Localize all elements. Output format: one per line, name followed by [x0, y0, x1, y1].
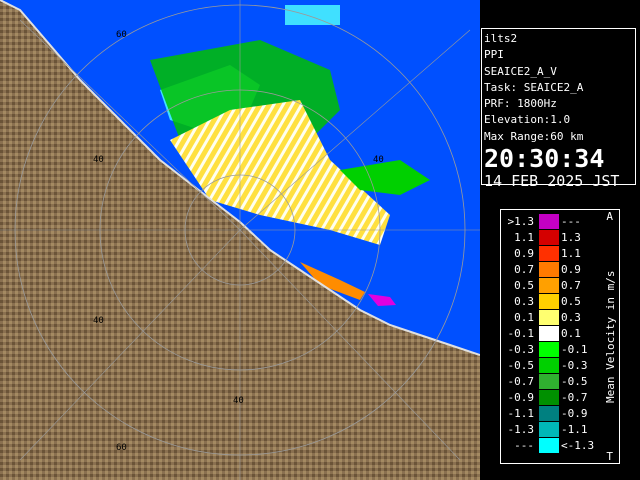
- legend-row-low: >1.3: [507, 215, 535, 228]
- scan-name: SEAICE2_A_V: [484, 64, 557, 78]
- legend-row: 0.3 0.5: [501, 294, 601, 309]
- range-label-40-left-low: 40: [93, 316, 104, 326]
- legend-row-low: 1.1: [514, 231, 534, 244]
- range-label-40-bottom: 40: [233, 396, 244, 406]
- legend-color-swatch: [539, 278, 559, 293]
- legend-row-high: 0.3: [561, 311, 581, 324]
- legend-row-high: 0.7: [561, 279, 581, 292]
- legend-row: 0.7 0.9: [501, 262, 601, 277]
- legend-title: Mean Velocity in m/s: [604, 270, 617, 403]
- legend-row-high: -0.3: [561, 359, 588, 372]
- max-range-value: Max Range:60 km: [484, 129, 584, 143]
- legend-row: 0.5 0.7: [501, 278, 601, 293]
- legend-color-swatch: [539, 262, 559, 277]
- legend-row: 1.1 1.3: [501, 230, 601, 245]
- legend-row-high: -0.9: [561, 407, 588, 420]
- info-panel: ilts2 PPI SEAICE2_A_V Task: SEAICE2_A PR…: [481, 28, 636, 190]
- legend-row-low: -0.1: [507, 327, 535, 340]
- legend-row: -0.3 -0.1: [501, 342, 601, 357]
- legend-corner-bottom: T: [606, 450, 613, 463]
- prf-value: PRF: 1800Hz: [484, 97, 557, 111]
- legend-row: -0.9 -0.7: [501, 390, 601, 405]
- legend-row-low: -0.3: [507, 343, 535, 356]
- legend-row-high: 0.9: [561, 263, 581, 276]
- legend-row-high: -1.1: [561, 423, 588, 436]
- legend-row-low: -0.9: [507, 391, 535, 404]
- radar-ppi-map[interactable]: 60 40 40 40 40 60: [0, 0, 480, 480]
- legend-row-high: 1.3: [561, 231, 581, 244]
- range-label-60-top: 60: [116, 30, 127, 40]
- legend-color-swatch: [539, 326, 559, 341]
- elevation-value: Elevation:1.0: [484, 113, 571, 127]
- legend-color-swatch: [539, 390, 559, 405]
- legend-color-swatch: [539, 374, 559, 389]
- scan-time: 20:30:34: [484, 144, 605, 174]
- velocity-legend: >1.3 --- 1.1 1.3 0.9 1.1 0.7 0.9 0.5 0.7 0.3 0.5 0.1…: [500, 209, 620, 464]
- legend-row-high: 0.5: [561, 295, 581, 308]
- legend-row: -0.5 -0.3: [501, 358, 601, 373]
- legend-row-low: ---: [514, 439, 534, 452]
- legend-color-swatch: [539, 230, 559, 245]
- legend-color-swatch: [539, 214, 559, 229]
- legend-row: --- <-1.3: [501, 438, 601, 453]
- legend-row-low: 0.5: [514, 279, 534, 292]
- range-label-40-right: 40: [373, 155, 384, 165]
- legend-color-swatch: [539, 294, 559, 309]
- legend-row-low: 0.9: [514, 247, 534, 260]
- legend-color-swatch: [539, 358, 559, 373]
- legend-color-swatch: [539, 422, 559, 437]
- legend-row-low: 0.3: [514, 295, 534, 308]
- legend-row-high: 1.1: [561, 247, 581, 260]
- legend-row-low: 0.1: [514, 311, 534, 324]
- range-label-60-bottom: 60: [116, 443, 127, 453]
- legend-row: 0.9 1.1: [501, 246, 601, 261]
- legend-color-swatch: [539, 406, 559, 421]
- legend-color-swatch: [539, 342, 559, 357]
- legend-color-swatch: [539, 310, 559, 325]
- site-name: ilts2: [484, 32, 518, 45]
- legend-color-swatch: [539, 438, 559, 453]
- legend-row: >1.3 ---: [501, 214, 601, 229]
- legend-color-swatch: [539, 246, 559, 261]
- legend-corner-top: A: [606, 210, 613, 223]
- legend-row-low: -0.5: [507, 359, 535, 372]
- legend-row: -0.7 -0.5: [501, 374, 601, 389]
- legend-row: 0.1 0.3: [501, 310, 601, 325]
- legend-row-high: -0.7: [561, 391, 588, 404]
- task-name: Task: SEAICE2_A: [484, 80, 584, 94]
- legend-row-high: <-1.3: [561, 439, 595, 452]
- legend-row: -1.3 -1.1: [501, 422, 601, 437]
- legend-row-low: -0.7: [507, 375, 535, 388]
- legend-row-low: 0.7: [514, 263, 534, 276]
- range-label-40-left: 40: [93, 155, 104, 165]
- legend-row-low: -1.1: [507, 407, 535, 420]
- legend-row-high: -0.5: [561, 375, 588, 388]
- legend-row-high: 0.1: [561, 327, 581, 340]
- legend-row-high: ---: [561, 215, 581, 228]
- legend-row: -0.1 0.1: [501, 326, 601, 341]
- legend-row-high: -0.1: [561, 343, 588, 356]
- echo-cyan-top: [285, 5, 340, 25]
- legend-row-low: -1.3: [507, 423, 535, 436]
- legend-row: -1.1 -0.9: [501, 406, 601, 421]
- product-type: PPI: [484, 48, 504, 62]
- scan-date: 14 FEB 2025 JST: [484, 172, 620, 191]
